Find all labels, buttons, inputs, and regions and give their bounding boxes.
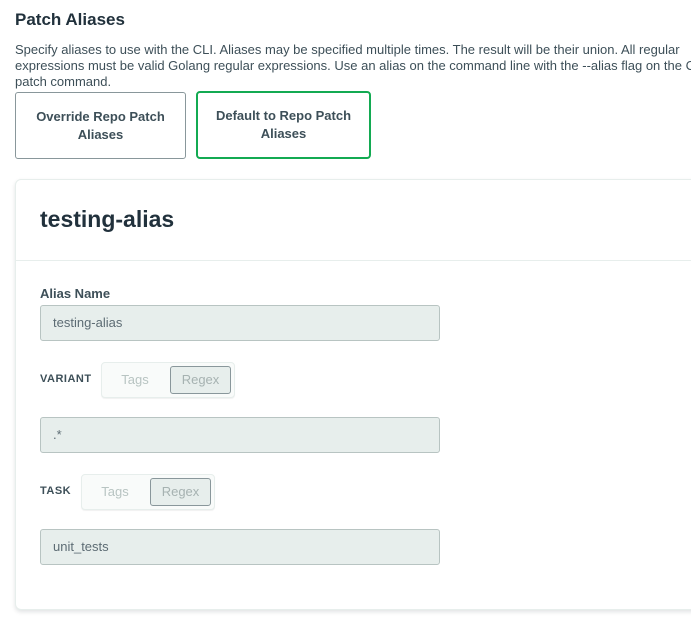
default-to-repo-patch-aliases-button[interactable]: Default to Repo Patch Aliases <box>196 91 371 159</box>
variant-regex-input[interactable]: .* <box>40 417 440 453</box>
variant-label: VARIANT <box>40 373 92 385</box>
card-divider <box>16 260 691 261</box>
task-regex-input[interactable]: unit_tests <box>40 529 440 565</box>
patch-aliases-page: Patch Aliases Specify aliases to use wit… <box>0 0 691 626</box>
task-regex-option[interactable]: Regex <box>150 478 211 506</box>
task-label: TASK <box>40 485 72 497</box>
task-toggle[interactable]: Tags Regex <box>81 474 215 510</box>
alias-card: testing-alias Alias Name testing-alias V… <box>15 179 691 610</box>
variant-regex-option[interactable]: Regex <box>170 366 231 394</box>
task-tags-option[interactable]: Tags <box>85 478 145 506</box>
alias-name-input[interactable]: testing-alias <box>40 305 440 341</box>
section-description: Specify aliases to use with the CLI. Ali… <box>15 42 691 89</box>
alias-name-label: Alias Name <box>40 286 111 301</box>
override-repo-patch-aliases-button[interactable]: Override Repo Patch Aliases <box>15 92 186 159</box>
alias-card-title: testing-alias <box>40 206 175 232</box>
variant-toggle[interactable]: Tags Regex <box>101 362 235 398</box>
variant-tags-option[interactable]: Tags <box>105 366 165 394</box>
section-title: Patch Aliases <box>15 10 125 29</box>
